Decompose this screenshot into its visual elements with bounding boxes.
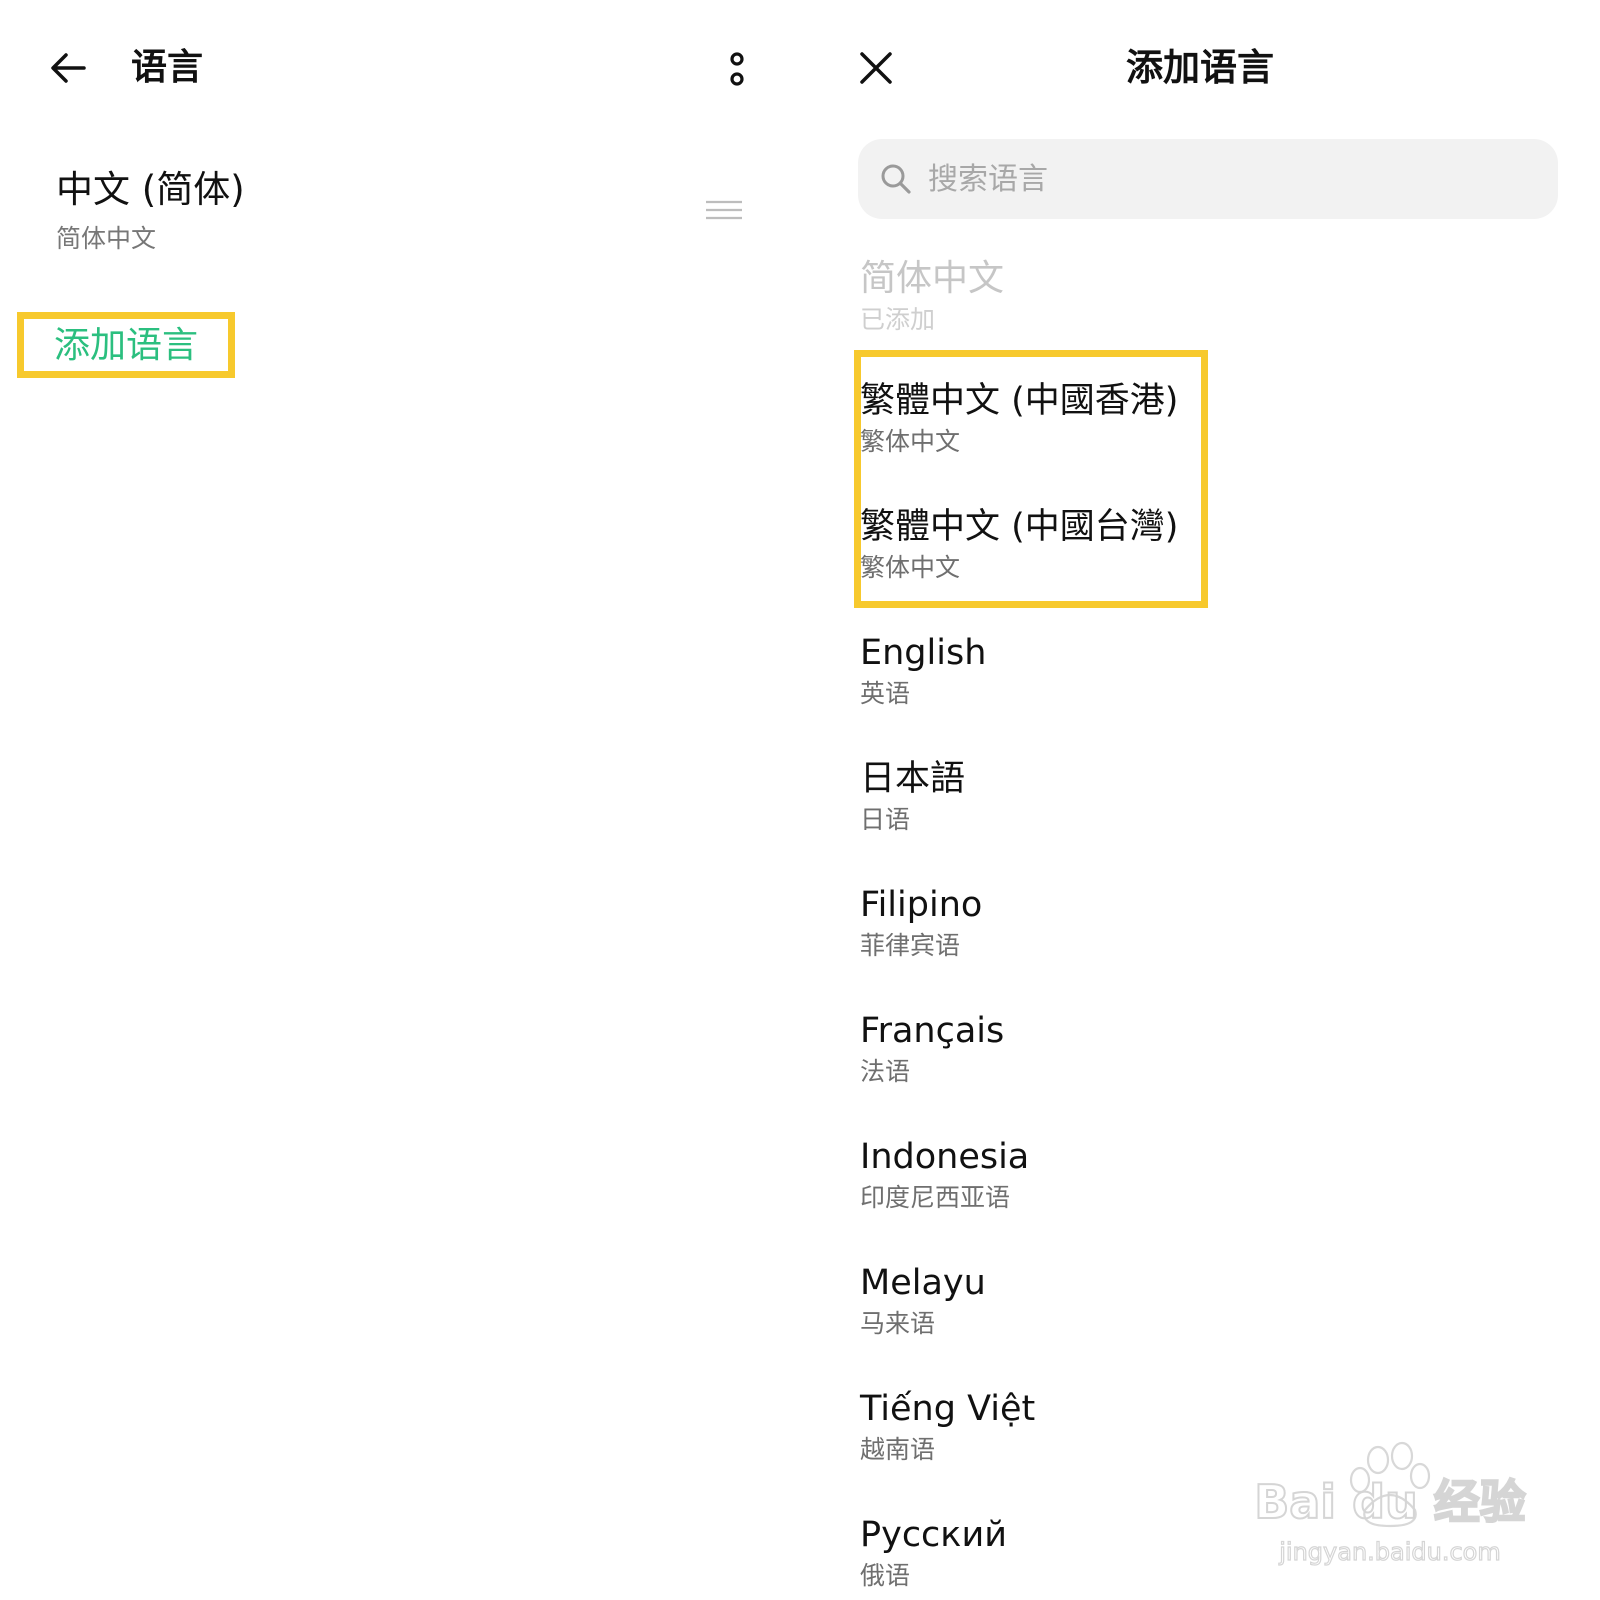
- language-subtitle: 马来语: [860, 1309, 936, 1338]
- language-subtitle: 法语: [860, 1057, 911, 1086]
- page-title: 添加语言: [1126, 46, 1274, 89]
- search-icon: [881, 164, 911, 194]
- language-subtitle: 繁体中文: [860, 553, 961, 582]
- back-arrow-icon[interactable]: [44, 44, 92, 92]
- drag-handle-icon[interactable]: [704, 198, 744, 222]
- language-entry-subtitle: 简体中文: [56, 224, 157, 253]
- language-entry-zh-hans[interactable]: 中文 (简体) 简体中文: [56, 166, 756, 266]
- language-subtitle: 日语: [860, 805, 911, 834]
- search-input[interactable]: [928, 153, 1528, 205]
- language-name: 日本語: [860, 759, 966, 799]
- language-settings-screen: 语言 中文 (简体) 简体中文 添加语言: [0, 0, 800, 1600]
- language-subtitle: 越南语: [860, 1435, 936, 1464]
- add-language-button[interactable]: 添加语言: [17, 312, 235, 378]
- language-name: Filipino: [860, 885, 983, 925]
- list-item[interactable]: 繁體中文 (中國台灣) 繁体中文: [860, 504, 1560, 630]
- list-item[interactable]: Tiếng Việt 越南语: [860, 1386, 1560, 1512]
- language-name: Melayu: [860, 1263, 986, 1303]
- language-subtitle: 俄语: [860, 1561, 911, 1590]
- list-item[interactable]: Русский 俄语: [860, 1512, 1560, 1600]
- added-language-item: 简体中文 已添加: [860, 256, 1004, 338]
- language-name: Français: [860, 1011, 1005, 1051]
- add-language-label: 添加语言: [54, 325, 199, 366]
- added-language-status: 已添加: [860, 305, 936, 334]
- search-bar[interactable]: [858, 139, 1558, 219]
- language-subtitle: 繁体中文: [860, 427, 961, 456]
- page-title: 语言: [131, 47, 204, 88]
- add-language-screen: 添加语言 简体中文 已添加 繁體中文 (中國香港) 繁体中文 繁體中文 (中國台…: [800, 0, 1600, 1600]
- list-item[interactable]: Indonesia 印度尼西亚语: [860, 1134, 1560, 1260]
- language-name: Русский: [860, 1515, 1007, 1555]
- list-item[interactable]: Français 法语: [860, 1008, 1560, 1134]
- language-subtitle: 菲律宾语: [860, 931, 961, 960]
- language-name: 繁體中文 (中國台灣): [860, 507, 1179, 547]
- list-item[interactable]: English 英语: [860, 630, 1560, 756]
- language-subtitle: 印度尼西亚语: [860, 1183, 1011, 1212]
- language-name: 繁體中文 (中國香港): [860, 381, 1179, 421]
- more-vertical-icon[interactable]: [725, 50, 749, 90]
- language-name: English: [860, 633, 987, 673]
- list-item[interactable]: 日本語 日语: [860, 756, 1560, 882]
- language-name: Tiếng Việt: [860, 1389, 1036, 1429]
- language-subtitle: 英语: [860, 679, 911, 708]
- list-item[interactable]: Filipino 菲律宾语: [860, 882, 1560, 1008]
- language-entry-name: 中文 (简体): [56, 168, 245, 211]
- list-item[interactable]: Melayu 马来语: [860, 1260, 1560, 1386]
- list-item[interactable]: 繁體中文 (中國香港) 繁体中文: [860, 378, 1560, 504]
- added-language-name: 简体中文: [860, 258, 1005, 299]
- language-list: 繁體中文 (中國香港) 繁体中文 繁體中文 (中國台灣) 繁体中文 Englis…: [860, 378, 1560, 1600]
- language-name: Indonesia: [860, 1137, 1030, 1177]
